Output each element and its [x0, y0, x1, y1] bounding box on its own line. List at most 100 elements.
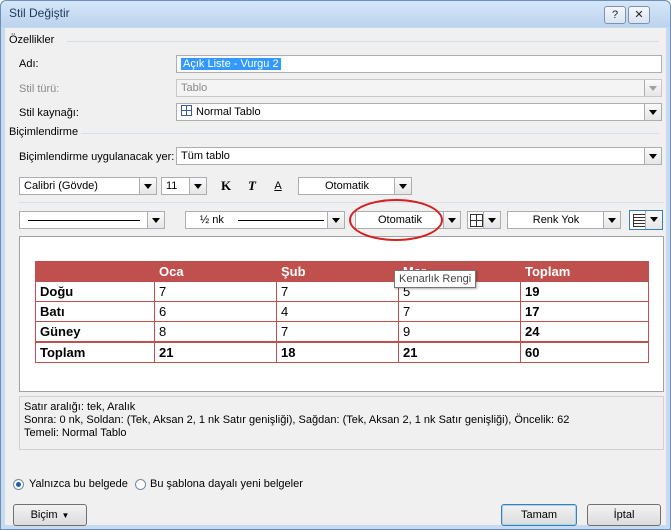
chevron-down-icon: [644, 80, 661, 96]
style-description: Satır aralığı: tek, Aralık Sonra: 0 nk, …: [19, 396, 664, 450]
name-label: Adı:: [19, 58, 39, 70]
apply-to-value: Tüm tablo: [181, 150, 230, 162]
italic-button[interactable]: T: [241, 176, 263, 196]
format-button[interactable]: Biçim ▼: [13, 504, 87, 526]
table-cell: Toplam: [35, 341, 155, 363]
apply-to-select[interactable]: Tüm tablo: [176, 147, 662, 165]
table-cell: Oca: [154, 261, 277, 282]
formatting-divider: [81, 133, 659, 134]
font-size-value: 11: [166, 180, 178, 192]
chevron-down-icon[interactable]: [645, 211, 662, 229]
only-this-document-label[interactable]: Yalnızca bu belgede: [29, 478, 128, 490]
table-cell: 21: [154, 341, 277, 363]
chevron-down-icon[interactable]: [483, 212, 500, 228]
properties-section-label: Özellikler: [9, 34, 55, 46]
table-cell: 7: [276, 321, 399, 343]
table-cell: 7: [154, 281, 277, 302]
font-color-select[interactable]: Otomatik: [298, 177, 412, 195]
line-style-select[interactable]: [19, 211, 165, 229]
toolbar-divider: [19, 202, 664, 203]
chevron-down-icon[interactable]: [443, 212, 460, 228]
table-row: Güney 8 7 9 24: [35, 321, 649, 343]
style-type-select: Tablo: [176, 79, 662, 97]
style-type-value: Tablo: [181, 82, 208, 94]
cancel-button[interactable]: İptal: [587, 504, 661, 526]
chevron-down-icon[interactable]: [644, 104, 661, 120]
description-line: Satır aralığı: tek, Aralık: [24, 401, 136, 413]
table-cell: 24: [520, 321, 649, 343]
table-row: Batı 6 4 7 17: [35, 301, 649, 322]
properties-divider: [67, 41, 659, 42]
font-color-value: Otomatik: [324, 180, 369, 192]
close-button[interactable]: ✕: [628, 6, 650, 24]
table-cell: 9: [398, 321, 521, 343]
apply-to-label: Biçimlendirme uygulanacak yer:: [19, 151, 175, 163]
font-color-button[interactable]: A: [267, 176, 289, 196]
description-line: Temeli: Normal Tablo: [24, 427, 127, 439]
style-base-select[interactable]: Normal Tablo: [176, 103, 662, 121]
shading-value: Renk Yok: [532, 214, 580, 226]
chevron-down-icon[interactable]: [644, 148, 661, 164]
table-cell: 7: [276, 281, 399, 302]
line-sample: [28, 220, 140, 221]
help-button[interactable]: ?: [604, 6, 626, 24]
style-base-value: Normal Tablo: [196, 106, 261, 118]
table-cell: 4: [276, 301, 399, 322]
preview-table: Oca Şub Mar Toplam Doğu 7 7 5 19 Batı 6 …: [35, 261, 649, 363]
table-cell: 19: [520, 281, 649, 302]
chevron-down-icon[interactable]: [147, 212, 164, 228]
chevron-down-icon[interactable]: [327, 212, 344, 228]
formatting-section-label: Biçimlendirme: [9, 126, 79, 138]
ok-button[interactable]: Tamam: [501, 504, 577, 526]
title-bar: Stil Değiştir ? ✕: [1, 1, 670, 27]
borders-grid-icon: [470, 214, 483, 227]
font-value: Calibri (Gövde): [24, 180, 98, 192]
format-button-label: Biçim: [30, 509, 58, 521]
table-cell: Güney: [35, 321, 155, 343]
table-cell: Şub: [276, 261, 399, 282]
table-cell: [35, 261, 155, 282]
annotation-ellipse: [349, 199, 443, 241]
line-weight-select[interactable]: ½ nk: [185, 211, 345, 229]
table-cell: 21: [398, 341, 521, 363]
table-cell: 60: [520, 341, 649, 363]
description-line: Sonra: 0 nk, Soldan: (Tek, Aksan 2, 1 nk…: [24, 414, 570, 426]
only-this-document-radio[interactable]: [13, 479, 24, 490]
table-row: Oca Şub Mar Toplam: [35, 261, 649, 282]
table-cell: Batı: [35, 301, 155, 322]
table-cell: 8: [154, 321, 277, 343]
dialog-body: Özellikler Adı: Açık Liste - Vurgu 2 Sti…: [5, 28, 666, 526]
chevron-down-icon[interactable]: [603, 212, 620, 228]
name-field[interactable]: Açık Liste - Vurgu 2: [176, 55, 662, 73]
chevron-down-icon[interactable]: [394, 178, 411, 194]
table-cell: Doğu: [35, 281, 155, 302]
font-select[interactable]: Calibri (Gövde): [19, 177, 157, 195]
line-weight-sample: [238, 220, 324, 221]
table-cell: Toplam: [520, 261, 649, 282]
line-weight-value: ½ nk: [200, 214, 224, 226]
table-row: Toplam 21 18 21 60: [35, 341, 649, 363]
name-value: Açık Liste - Vurgu 2: [181, 58, 281, 70]
apply-to-cell-button[interactable]: [629, 210, 663, 230]
dialog-window: Stil Değiştir ? ✕ Özellikler Adı: Açık L…: [0, 0, 671, 530]
chevron-down-icon: ▼: [61, 511, 70, 520]
new-documents-label[interactable]: Bu şablona dayalı yeni belgeler: [150, 478, 303, 490]
table-cell: 18: [276, 341, 399, 363]
style-base-label: Stil kaynağı:: [19, 107, 79, 119]
chevron-down-icon[interactable]: [189, 178, 206, 194]
new-documents-radio[interactable]: [135, 479, 146, 490]
chevron-down-icon[interactable]: [139, 178, 156, 194]
shading-select[interactable]: Renk Yok: [507, 211, 621, 229]
table-row: Doğu 7 7 5 19: [35, 281, 649, 302]
table-cell: 17: [520, 301, 649, 322]
dialog-title: Stil Değiştir: [9, 6, 70, 20]
style-preview: Oca Şub Mar Toplam Doğu 7 7 5 19 Batı 6 …: [19, 236, 664, 392]
bold-button[interactable]: K: [215, 176, 237, 196]
table-icon: [181, 105, 192, 116]
style-type-label: Stil türü:: [19, 83, 60, 95]
tooltip: Kenarlık Rengi: [394, 270, 476, 288]
font-size-select[interactable]: 11: [161, 177, 207, 195]
borders-button[interactable]: [467, 211, 501, 229]
table-cell: 6: [154, 301, 277, 322]
table-cell: 7: [398, 301, 521, 322]
